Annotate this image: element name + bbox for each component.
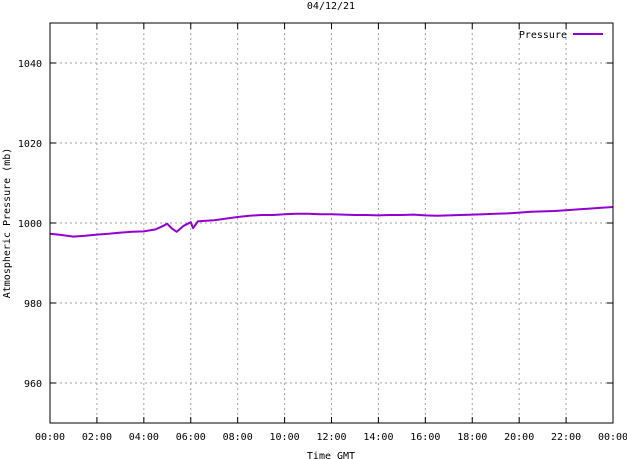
y-tick-label: 1000	[18, 219, 42, 230]
y-tick-labels: 960 980 1000 1020 1040	[18, 59, 42, 390]
x-axis-label: Time GMT	[307, 451, 355, 459]
x-tick-label: 08:00	[223, 432, 253, 443]
chart-title: 04/12/21	[307, 1, 355, 12]
y-tick-label: 980	[24, 299, 42, 310]
x-tick-labels: 00:00 02:00 04:00 06:00 08:00 10:00 12:00 14:00…	[35, 432, 627, 443]
x-tick-label: 00:00	[598, 432, 627, 443]
x-tick-label: 20:00	[504, 432, 534, 443]
series-line-pressure	[49, 206, 614, 238]
pressure-chart: 04/12/21 960 980 1000 1020 1040 00:00 02:00 04…	[2, 1, 627, 459]
x-tick-label: 02:00	[82, 432, 112, 443]
x-tick-label: 06:00	[176, 432, 206, 443]
x-tick-label: 04:00	[129, 432, 159, 443]
x-tick-label: 14:00	[363, 432, 393, 443]
x-tick-label: 16:00	[410, 432, 440, 443]
y-axis-label: Atmospheric Pressure (mb)	[2, 148, 13, 299]
series-layer	[49, 206, 614, 238]
x-tick-label: 12:00	[316, 432, 346, 443]
legend-label-pressure: Pressure	[519, 30, 567, 41]
y-tick-label: 1040	[18, 59, 42, 70]
x-tick-label: 00:00	[35, 432, 65, 443]
x-tick-label: 10:00	[270, 432, 300, 443]
x-tick-label: 18:00	[457, 432, 487, 443]
grid-lines	[50, 23, 613, 423]
x-tick-label: 22:00	[551, 432, 581, 443]
y-tick-label: 1020	[18, 139, 42, 150]
y-tick-label: 960	[24, 379, 42, 390]
legend: Pressure	[519, 30, 603, 41]
